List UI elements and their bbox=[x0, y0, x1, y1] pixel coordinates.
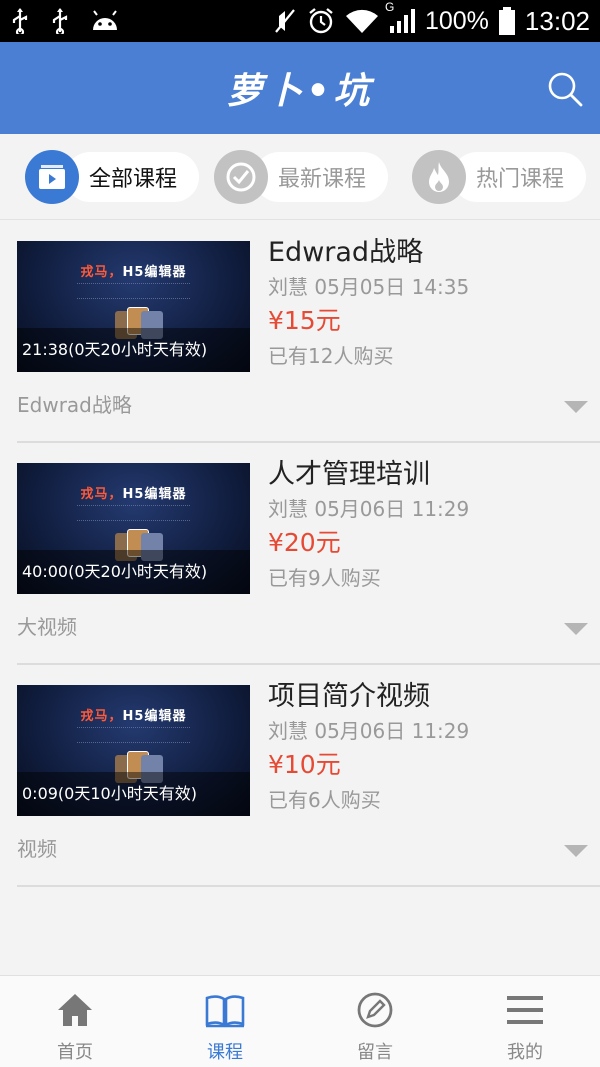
expand-arrow-icon[interactable] bbox=[564, 401, 588, 413]
course-category: Edwrad战略 bbox=[17, 393, 132, 417]
status-bar-system: G 100% 13:02 bbox=[273, 0, 590, 37]
search-button[interactable] bbox=[546, 70, 584, 108]
thumbnail-subtitle-lines bbox=[77, 505, 190, 521]
home-icon bbox=[55, 990, 95, 1030]
course-title[interactable]: Edwrad战略 bbox=[268, 235, 588, 271]
course-duration: 40:00(0天20小时天有效) bbox=[17, 550, 250, 594]
course-item[interactable]: 戎马，H5编辑器 40:00(0天20小时天有效) 人才管理培训 刘慧 05月0… bbox=[0, 443, 600, 665]
battery-icon bbox=[498, 7, 515, 35]
course-meta: 刘慧 05月05日 14:35 bbox=[268, 275, 470, 299]
usb-icon bbox=[50, 8, 70, 34]
search-icon bbox=[548, 72, 583, 107]
course-thumbnail[interactable]: 戎马，H5编辑器 21:38(0天20小时天有效) bbox=[17, 241, 250, 372]
divider bbox=[17, 885, 600, 887]
status-bar: G 100% 13:02 bbox=[0, 0, 600, 42]
thumbnail-title: 戎马，H5编辑器 bbox=[80, 265, 187, 280]
battery-percent: 100% bbox=[424, 6, 489, 35]
nav-courses[interactable]: 课程 bbox=[150, 976, 300, 1067]
tab-label: 最新课程 bbox=[254, 152, 389, 202]
course-meta: 刘慧 05月06日 11:29 bbox=[268, 719, 470, 743]
course-title[interactable]: 项目简介视频 bbox=[268, 679, 588, 715]
thumbnail-subtitle-lines bbox=[77, 283, 190, 299]
alarm-icon bbox=[307, 7, 335, 35]
android-icon bbox=[90, 10, 120, 32]
course-item[interactable]: 戎马，H5编辑器 21:38(0天20小时天有效) Edwrad战略 刘慧 05… bbox=[0, 221, 600, 443]
nav-label: 课程 bbox=[207, 1042, 243, 1063]
nav-label: 我的 bbox=[507, 1042, 543, 1063]
clock: 13:02 bbox=[524, 5, 590, 36]
course-info: Edwrad战略 刘慧 05月05日 14:35 ¥15元 已有12人购买 bbox=[268, 235, 588, 371]
course-title[interactable]: 人才管理培训 bbox=[268, 457, 588, 493]
tab-label: 热门课程 bbox=[452, 152, 587, 202]
fire-icon bbox=[412, 150, 466, 204]
course-duration: 21:38(0天20小时天有效) bbox=[17, 328, 250, 372]
app-header: 萝卜•坑 bbox=[0, 42, 600, 134]
nav-label: 首页 bbox=[57, 1042, 93, 1063]
expand-arrow-icon[interactable] bbox=[564, 845, 588, 857]
status-bar-notifications bbox=[10, 8, 120, 34]
thumbnail-title: 戎马，H5编辑器 bbox=[80, 709, 187, 724]
course-meta: 刘慧 05月06日 11:29 bbox=[268, 497, 470, 521]
tab-label: 全部课程 bbox=[65, 152, 200, 202]
app-title: 萝卜•坑 bbox=[226, 70, 374, 112]
course-tabs: 全部课程 最新课程 热门课程 bbox=[0, 134, 600, 220]
nav-label: 留言 bbox=[357, 1042, 393, 1063]
wifi-icon bbox=[345, 8, 379, 34]
nav-messages[interactable]: 留言 bbox=[300, 976, 450, 1067]
expand-arrow-icon[interactable] bbox=[564, 623, 588, 635]
course-thumbnail[interactable]: 戎马，H5编辑器 0:09(0天10小时天有效) bbox=[17, 685, 250, 816]
thumbnail-subtitle-lines bbox=[77, 727, 190, 743]
course-duration: 0:09(0天10小时天有效) bbox=[17, 772, 250, 816]
usb-icon bbox=[10, 8, 30, 34]
course-info: 人才管理培训 刘慧 05月06日 11:29 ¥20元 已有9人购买 bbox=[268, 457, 588, 593]
nav-profile[interactable]: 我的 bbox=[450, 976, 600, 1067]
course-buyers: 已有6人购买 bbox=[268, 788, 381, 812]
course-buyers: 已有12人购买 bbox=[268, 344, 394, 368]
course-category: 视频 bbox=[17, 837, 57, 861]
tab-latest-courses[interactable]: 最新课程 bbox=[214, 150, 389, 204]
course-price: ¥10元 bbox=[268, 750, 341, 779]
course-list: 戎马，H5编辑器 21:38(0天20小时天有效) Edwrad战略 刘慧 05… bbox=[0, 221, 600, 887]
course-price: ¥15元 bbox=[268, 306, 341, 335]
mute-icon bbox=[273, 8, 297, 34]
bottom-nav: 首页 课程 留言 我的 bbox=[0, 975, 600, 1067]
course-thumbnail[interactable]: 戎马，H5编辑器 40:00(0天20小时天有效) bbox=[17, 463, 250, 594]
signal-icon: G bbox=[385, 0, 415, 34]
video-icon bbox=[25, 150, 79, 204]
course-item[interactable]: 戎马，H5编辑器 0:09(0天10小时天有效) 项目简介视频 刘慧 05月06… bbox=[0, 665, 600, 887]
network-type: G bbox=[384, 0, 395, 14]
course-info: 项目简介视频 刘慧 05月06日 11:29 ¥10元 已有6人购买 bbox=[268, 679, 588, 815]
menu-icon bbox=[505, 990, 545, 1030]
clock-check-icon bbox=[214, 150, 268, 204]
pencil-icon bbox=[355, 990, 395, 1030]
course-buyers: 已有9人购买 bbox=[268, 566, 381, 590]
tab-hot-courses[interactable]: 热门课程 bbox=[412, 150, 587, 204]
nav-home[interactable]: 首页 bbox=[0, 976, 150, 1067]
thumbnail-title: 戎马，H5编辑器 bbox=[80, 487, 187, 502]
course-price: ¥20元 bbox=[268, 528, 341, 557]
book-icon bbox=[205, 990, 245, 1030]
course-category: 大视频 bbox=[17, 615, 77, 639]
tab-all-courses[interactable]: 全部课程 bbox=[25, 150, 200, 204]
